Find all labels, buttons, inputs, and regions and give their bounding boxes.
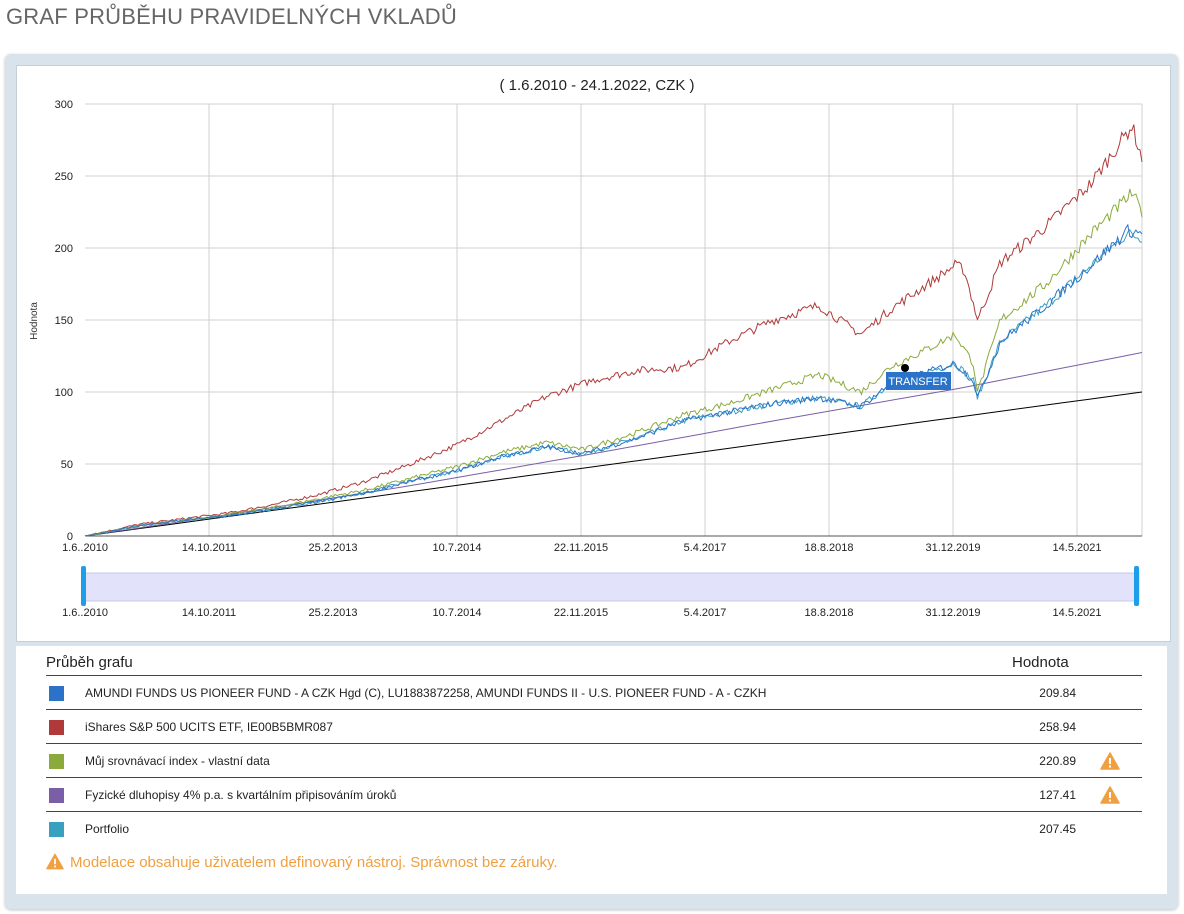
legend-row[interactable]: iShares S&P 500 UCITS ETF, IE00B5BMR087 2… bbox=[46, 709, 1142, 743]
legend-swatch bbox=[49, 754, 64, 769]
transfer-label: TRANSFER bbox=[888, 376, 947, 388]
navigator-range[interactable] bbox=[84, 572, 1140, 602]
range-navigator[interactable]: 1.6..2010 14.10.2011 25.2.2013 10.7.2014 22.… bbox=[62, 566, 1140, 619]
series-line bbox=[84, 124, 1143, 537]
legend-swatch bbox=[49, 686, 64, 701]
legend-row[interactable]: AMUNDI FUNDS US PIONEER FUND - A CZK Hgd… bbox=[46, 675, 1142, 709]
legend-row[interactable]: Můj srovnávací index - vlastní data 220.8… bbox=[46, 743, 1142, 777]
y-tick-label: 200 bbox=[55, 243, 73, 255]
legend-series-name: iShares S&P 500 UCITS ETF, IE00B5BMR087 bbox=[85, 720, 333, 734]
line-chart[interactable]: ( 1.6.2010 - 24.1.2022, CZK ) 0501001502… bbox=[17, 66, 1170, 641]
transfer-marker bbox=[901, 364, 909, 372]
legend-swatch bbox=[49, 822, 64, 837]
navigator-tick-label: 25.2.2013 bbox=[309, 607, 358, 619]
series bbox=[84, 124, 1143, 537]
navigator-handle-right[interactable] bbox=[1134, 566, 1139, 606]
legend-row[interactable]: Portfolio 207.45 bbox=[46, 811, 1142, 845]
legend-series-value: 220.89 bbox=[1039, 754, 1076, 768]
warning-icon[interactable] bbox=[1100, 785, 1120, 805]
warning-icon[interactable] bbox=[1100, 751, 1120, 771]
annotation: TRANSFER bbox=[886, 364, 951, 390]
legend-header-value: Hodnota bbox=[1012, 654, 1069, 671]
legend-series-name: Fyzické dluhopisy 4% p.a. s kvartálním p… bbox=[85, 788, 397, 802]
warning-icon bbox=[46, 853, 64, 870]
chart-panel: ( 1.6.2010 - 24.1.2022, CZK ) 0 50 100 150 2… bbox=[16, 65, 1171, 642]
legend-panel: Průběh grafu Hodnota AMUNDI FUNDS US PIO… bbox=[16, 646, 1167, 894]
navigator-tick-label: 18.8.2018 bbox=[805, 607, 854, 619]
legend-series-name: AMUNDI FUNDS US PIONEER FUND - A CZK Hgd… bbox=[85, 686, 767, 700]
legend-row[interactable]: Fyzické dluhopisy 4% p.a. s kvartálním p… bbox=[46, 777, 1142, 811]
legend-series-value: 207.45 bbox=[1039, 822, 1076, 836]
x-tick-label: 14.10.2011 bbox=[182, 542, 236, 554]
grid bbox=[85, 103, 1143, 537]
x-tick-label: 5.4.2017 bbox=[684, 542, 727, 554]
navigator-handle-left[interactable] bbox=[81, 566, 86, 606]
footer-note-text: Modelace obsahuje uživatelem definovaný … bbox=[70, 854, 558, 871]
legend-series-value: 127.41 bbox=[1039, 788, 1076, 802]
legend-header: Průběh grafu Hodnota bbox=[46, 654, 1146, 676]
navigator-tick-label: 5.4.2017 bbox=[684, 607, 727, 619]
legend-series-value: 258.94 bbox=[1039, 720, 1076, 734]
y-tick-label: 300 bbox=[55, 99, 73, 111]
y-axis-label: Hodnota bbox=[29, 302, 40, 340]
y-tick-label: 100 bbox=[55, 387, 73, 399]
series-line bbox=[84, 223, 1143, 537]
legend-swatch bbox=[49, 720, 64, 735]
chart-title: ( 1.6.2010 - 24.1.2022, CZK ) bbox=[499, 77, 694, 94]
y-tick-label: 150 bbox=[55, 315, 73, 327]
x-tick-label: 14.5.2021 bbox=[1053, 542, 1102, 554]
legend-series-name: Můj srovnávací index - vlastní data bbox=[85, 754, 270, 768]
legend-header-name: Průběh grafu bbox=[46, 654, 133, 671]
navigator-tick-label: 14.10.2011 bbox=[182, 607, 236, 619]
legend-series-name: Portfolio bbox=[85, 822, 130, 836]
navigator-tick-label: 1.6..2010 bbox=[62, 607, 108, 619]
navigator-tick-label: 22.11.2015 bbox=[554, 607, 608, 619]
y-tick-label: 50 bbox=[61, 459, 73, 471]
navigator-tick-label: 14.5.2021 bbox=[1053, 607, 1102, 619]
legend-swatch bbox=[49, 788, 64, 803]
legend-series-value: 209.84 bbox=[1039, 686, 1076, 700]
x-tick-label: 31.12.2019 bbox=[925, 542, 980, 554]
navigator-tick-label: 31.12.2019 bbox=[925, 607, 980, 619]
x-tick-label: 10.7.2014 bbox=[433, 542, 482, 554]
x-tick-label: 22.11.2015 bbox=[554, 542, 608, 554]
series-line bbox=[84, 188, 1143, 537]
x-tick-label: 18.8.2018 bbox=[805, 542, 854, 554]
y-tick-label: 250 bbox=[55, 171, 73, 183]
page-title: GRAF PRŮBĚHU PRAVIDELNÝCH VKLADŮ bbox=[6, 4, 457, 29]
series-line bbox=[84, 228, 1143, 537]
x-tick-label: 25.2.2013 bbox=[309, 542, 358, 554]
footer-warning: Modelace obsahuje uživatelem definovaný … bbox=[46, 853, 558, 871]
x-tick-label: 1.6..2010 bbox=[62, 542, 108, 554]
axes: 0501001502002503001.6..2010 14.10.2011 25.… bbox=[55, 99, 1142, 554]
navigator-tick-label: 10.7.2014 bbox=[433, 607, 482, 619]
